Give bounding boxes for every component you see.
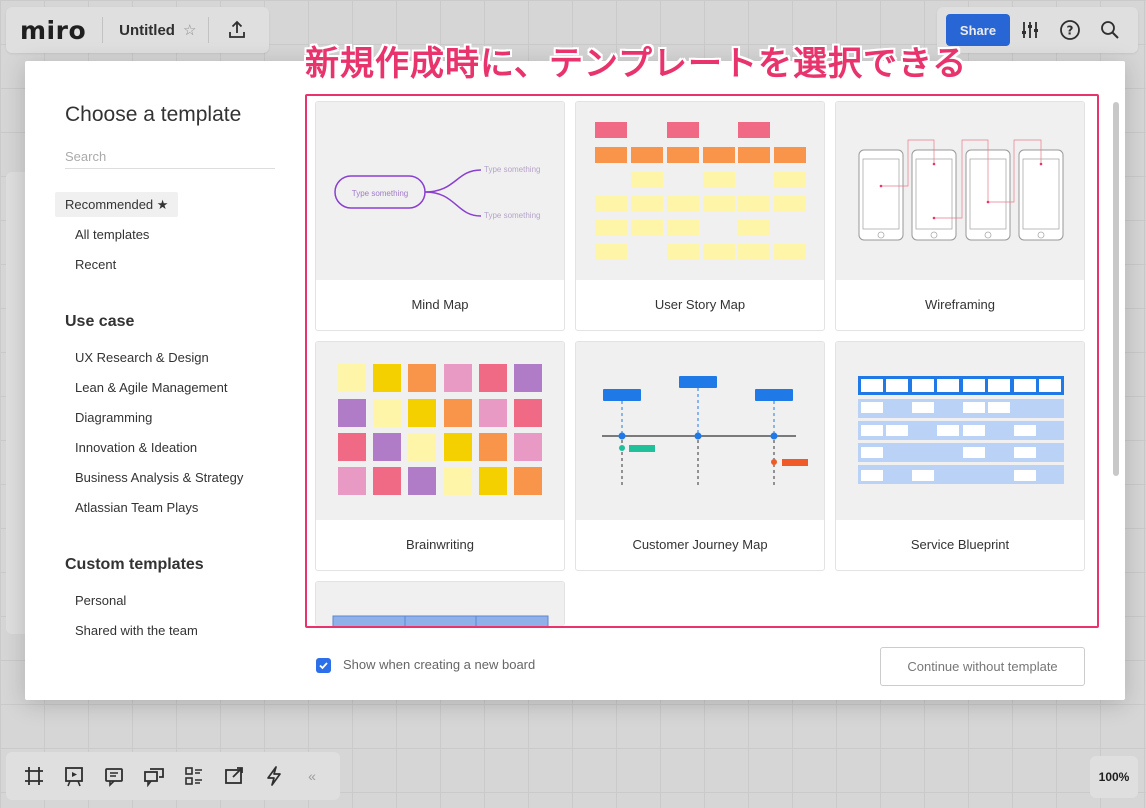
nav-innovation[interactable]: Innovation & Ideation — [65, 435, 207, 460]
template-card-mind-map[interactable]: Type something Type something Type somet… — [315, 101, 565, 331]
nav-recent[interactable]: Recent — [65, 252, 126, 277]
nav-all-templates[interactable]: All templates — [65, 222, 159, 247]
template-card-partial[interactable] — [315, 581, 565, 626]
nav-personal[interactable]: Personal — [65, 588, 136, 613]
custom-templates-heading: Custom templates — [65, 556, 204, 573]
template-name: Wireframing — [924, 297, 996, 312]
template-card-user-story-map[interactable]: User Story Map — [575, 101, 825, 331]
show-on-new-board-checkbox[interactable] — [316, 658, 331, 673]
template-search-input[interactable] — [65, 145, 275, 169]
continue-without-template-button[interactable]: Continue without template — [880, 647, 1085, 686]
scrollbar-thumb[interactable] — [1113, 102, 1119, 476]
nav-lean-agile[interactable]: Lean & Agile Management — [65, 375, 238, 400]
template-card-brainwriting[interactable]: Brainwriting — [315, 341, 565, 571]
template-name: Mind Map — [411, 297, 469, 312]
brainwriting-preview — [316, 342, 564, 520]
partial-preview — [316, 582, 564, 626]
checkbox-label: Show when creating a new board — [343, 657, 536, 672]
nav-atlassian[interactable]: Atlassian Team Plays — [65, 495, 208, 520]
template-card-service-blueprint[interactable]: Service Blueprint — [835, 341, 1085, 571]
mind-map-branch-bottom: Type something — [484, 211, 540, 220]
scrollbar[interactable] — [1112, 98, 1120, 628]
service-blueprint-preview — [836, 342, 1084, 520]
template-name: Customer Journey Map — [632, 537, 768, 552]
use-case-heading: Use case — [65, 313, 135, 330]
modal-title: Choose a template — [65, 103, 242, 126]
template-card-wireframing[interactable]: Wireframing — [835, 101, 1085, 331]
nav-recommended[interactable]: Recommended ★ — [55, 192, 179, 217]
template-modal: Choose a template Recommended ★ All temp… — [25, 61, 1125, 700]
mind-map-center-node: Type something — [352, 189, 408, 198]
annotation-banner: 新規作成時に、テンプレートを選択できる — [305, 44, 968, 84]
customer-journey-preview — [576, 342, 824, 520]
nav-diagramming[interactable]: Diagramming — [65, 405, 162, 430]
template-card-customer-journey-map[interactable]: Customer Journey Map — [575, 341, 825, 571]
mind-map-branch-top: Type something — [484, 165, 540, 174]
template-name: Service Blueprint — [910, 537, 1010, 552]
mind-map-preview: Type something Type something Type somet… — [316, 102, 564, 280]
wireframing-preview — [836, 102, 1084, 280]
user-story-map-preview — [576, 102, 824, 280]
template-name: User Story Map — [654, 297, 746, 312]
nav-business-analysis[interactable]: Business Analysis & Strategy — [65, 465, 253, 490]
nav-ux-research[interactable]: UX Research & Design — [65, 345, 219, 370]
template-name: Brainwriting — [406, 537, 474, 552]
nav-shared-team[interactable]: Shared with the team — [65, 618, 208, 643]
